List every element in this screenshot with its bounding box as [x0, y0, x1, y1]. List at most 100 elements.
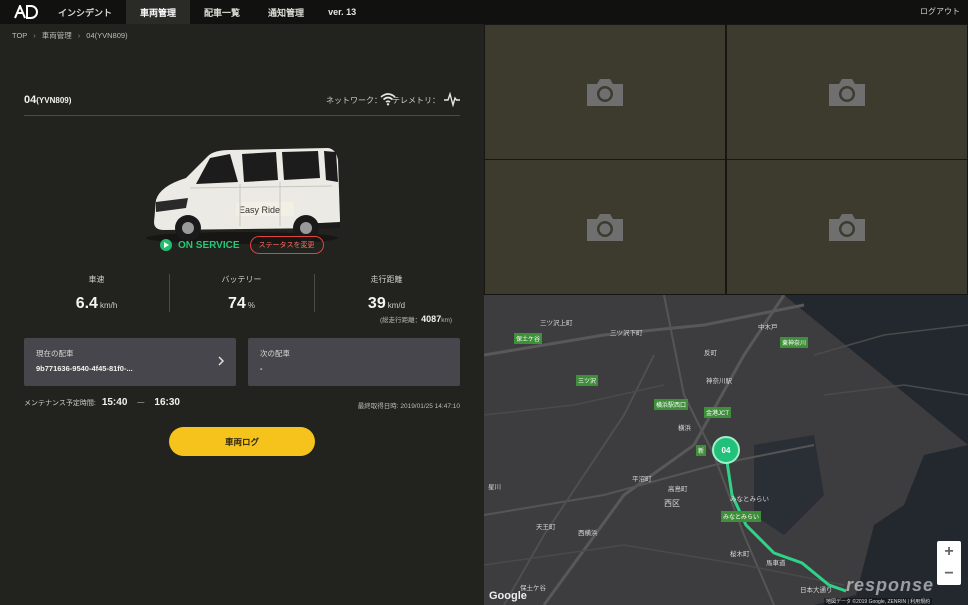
vehicle-title: 04(YVN809) [24, 94, 71, 106]
status-row: ON SERVICE ステータスを変更 [160, 236, 324, 254]
telemetry-label: テレメトリ： [392, 96, 440, 105]
next-dispatch-id: - [260, 364, 263, 373]
map-label: 桜木町 [730, 551, 750, 558]
google-logo: Google [489, 590, 527, 602]
map-tag: 三ツ沢 [576, 375, 599, 386]
map-label: 神奈川駅 [706, 378, 732, 385]
nav-vehicle-management[interactable]: 車両管理 [126, 0, 191, 24]
breadcrumb-top[interactable]: TOP [12, 31, 27, 40]
map-zoom-control: + − [937, 541, 961, 585]
distance-label: 走行距離 [370, 275, 403, 284]
livery-text: Easy Ride [239, 205, 280, 215]
maintenance-dash: — [137, 399, 145, 406]
map-label: 星川 [488, 484, 501, 491]
change-status-button[interactable]: ステータスを変更 [249, 236, 324, 254]
map-label: 西区 [664, 499, 680, 508]
map-tag: 東神奈川 [780, 337, 809, 348]
map-tag: 横浜駅西口 [654, 399, 689, 410]
breadcrumb-separator-icon: › [33, 31, 36, 40]
camera-icon [587, 214, 623, 241]
map-label: 日本大通り [800, 587, 833, 594]
total-distance: (総走行距離：4087km) [380, 314, 452, 324]
map-tag: 新 [696, 445, 707, 456]
speed-value: 6.4 [75, 295, 98, 312]
camera-icon [587, 79, 623, 106]
vehicle-plate: (YVN809) [36, 96, 72, 105]
app-logo[interactable] [8, 0, 44, 24]
battery-label: バッテリー [221, 275, 262, 284]
maintenance-end: 16:30 [154, 397, 180, 408]
chevron-right-icon [218, 356, 224, 366]
map-label: 反町 [704, 350, 717, 357]
maintenance-start: 15:40 [101, 397, 128, 408]
distance-value: 39 [367, 295, 386, 312]
next-dispatch-label: 次の配車 [260, 349, 290, 358]
network-label: ネットワーク： [326, 96, 382, 105]
camera-feed-front[interactable] [485, 25, 725, 159]
nav-incident[interactable]: インシデント [44, 0, 126, 24]
nav-notification-management[interactable]: 通知管理 [254, 0, 318, 24]
breadcrumb-vehicle-management[interactable]: 車両管理 [42, 30, 72, 41]
service-status: ON SERVICE [178, 239, 240, 251]
maintenance-label: メンテナンス予定時間: [24, 399, 96, 407]
map-tag: 保土ケ谷 [514, 333, 543, 344]
battery-stat: バッテリー 74% [169, 274, 314, 313]
current-dispatch-label: 現在の配車 [36, 349, 74, 358]
breadcrumb-current: 04(YVN809) [86, 31, 128, 40]
speed-stat: 車速 6.4 km/h [24, 274, 169, 313]
speed-unit: km/h [99, 301, 118, 310]
next-dispatch-card: 次の配車 - [248, 338, 460, 386]
watermark: response [846, 575, 935, 595]
current-dispatch-id: 9b771636-9540-4f45-81f0-... [36, 364, 133, 373]
map-label: 西横浜 [578, 530, 598, 537]
map-label: 天王町 [536, 524, 556, 531]
battery-value: 74 [228, 295, 246, 312]
vehicle-header: 04(YVN809) ネットワーク： テレメトリ： [24, 90, 460, 116]
zoom-in-icon[interactable]: + [944, 544, 953, 560]
top-nav: インシデント 車両管理 配車一覧 通知管理 ver. 13 ログアウト [0, 0, 968, 24]
map-label: 三ツ沢下町 [610, 330, 643, 337]
logout-link[interactable]: ログアウト [920, 0, 960, 24]
map-label: 中木戸 [758, 324, 778, 331]
camera-feed-interior-right[interactable] [727, 160, 967, 294]
total-distance-value: 4087 [421, 314, 442, 324]
map-label: 横浜 [678, 425, 691, 432]
version-label: ver. 13 [328, 7, 357, 17]
battery-value-row: 74% [169, 295, 314, 313]
map-label: 高島町 [668, 486, 688, 493]
vehicle-image: Easy Ride [146, 148, 340, 244]
play-icon [160, 239, 172, 251]
vehicle-location-marker[interactable]: 04 [712, 436, 740, 464]
last-fetched-time: 最終取得日時: 2019/01/25 14:47:10 [357, 403, 460, 410]
vehicle-detail-panel: TOP › 車両管理 › 04(YVN809) 04(YVN809) ネットワー… [0, 24, 484, 605]
camera-grid [484, 24, 968, 295]
zoom-out-icon[interactable]: − [944, 566, 953, 582]
heartbeat-icon [444, 91, 460, 107]
speed-value-row: 6.4 km/h [24, 295, 169, 313]
camera-feed-rear[interactable] [727, 25, 967, 159]
map-label: 平沼町 [632, 476, 652, 483]
map-tag: みなとみらい [721, 511, 762, 522]
breadcrumb: TOP › 車両管理 › 04(YVN809) [12, 30, 128, 41]
nav-dispatch-list[interactable]: 配車一覧 [190, 0, 254, 24]
maintenance-schedule: メンテナンス予定時間: 15:40 — 16:30 [24, 397, 180, 408]
speed-label: 車速 [88, 275, 105, 284]
map-label: 三ツ沢上町 [540, 320, 573, 327]
distance-stat: 走行距離 39 km/d [314, 274, 459, 313]
distance-value-row: 39 km/d [314, 295, 459, 313]
breadcrumb-separator-icon: › [77, 31, 81, 40]
camera-feed-interior-left[interactable] [485, 160, 725, 294]
battery-unit: % [247, 301, 255, 310]
vehicle-map[interactable]: 三ツ沢上町 三ツ沢下町 中木戸 反町 神奈川駅 横浜 高島町 西区 みなとみらい… [484, 295, 968, 605]
map-credit[interactable]: 地図データ ©2019 Google, ZENRIN | 利用規約 [824, 598, 933, 605]
map-label: みなとみらい [730, 496, 769, 503]
vehicle-id: 04 [24, 94, 37, 106]
map-tag: 金港JCT [704, 407, 731, 418]
vehicle-log-button[interactable]: 車両ログ [169, 427, 315, 456]
distance-unit: km/d [387, 301, 406, 310]
map-label: 馬車道 [766, 560, 786, 567]
total-distance-label: (総走行距離： [380, 317, 422, 324]
camera-icon [829, 79, 865, 106]
current-dispatch-card[interactable]: 現在の配車 9b771636-9540-4f45-81f0-... [24, 338, 236, 386]
camera-icon [829, 214, 865, 241]
